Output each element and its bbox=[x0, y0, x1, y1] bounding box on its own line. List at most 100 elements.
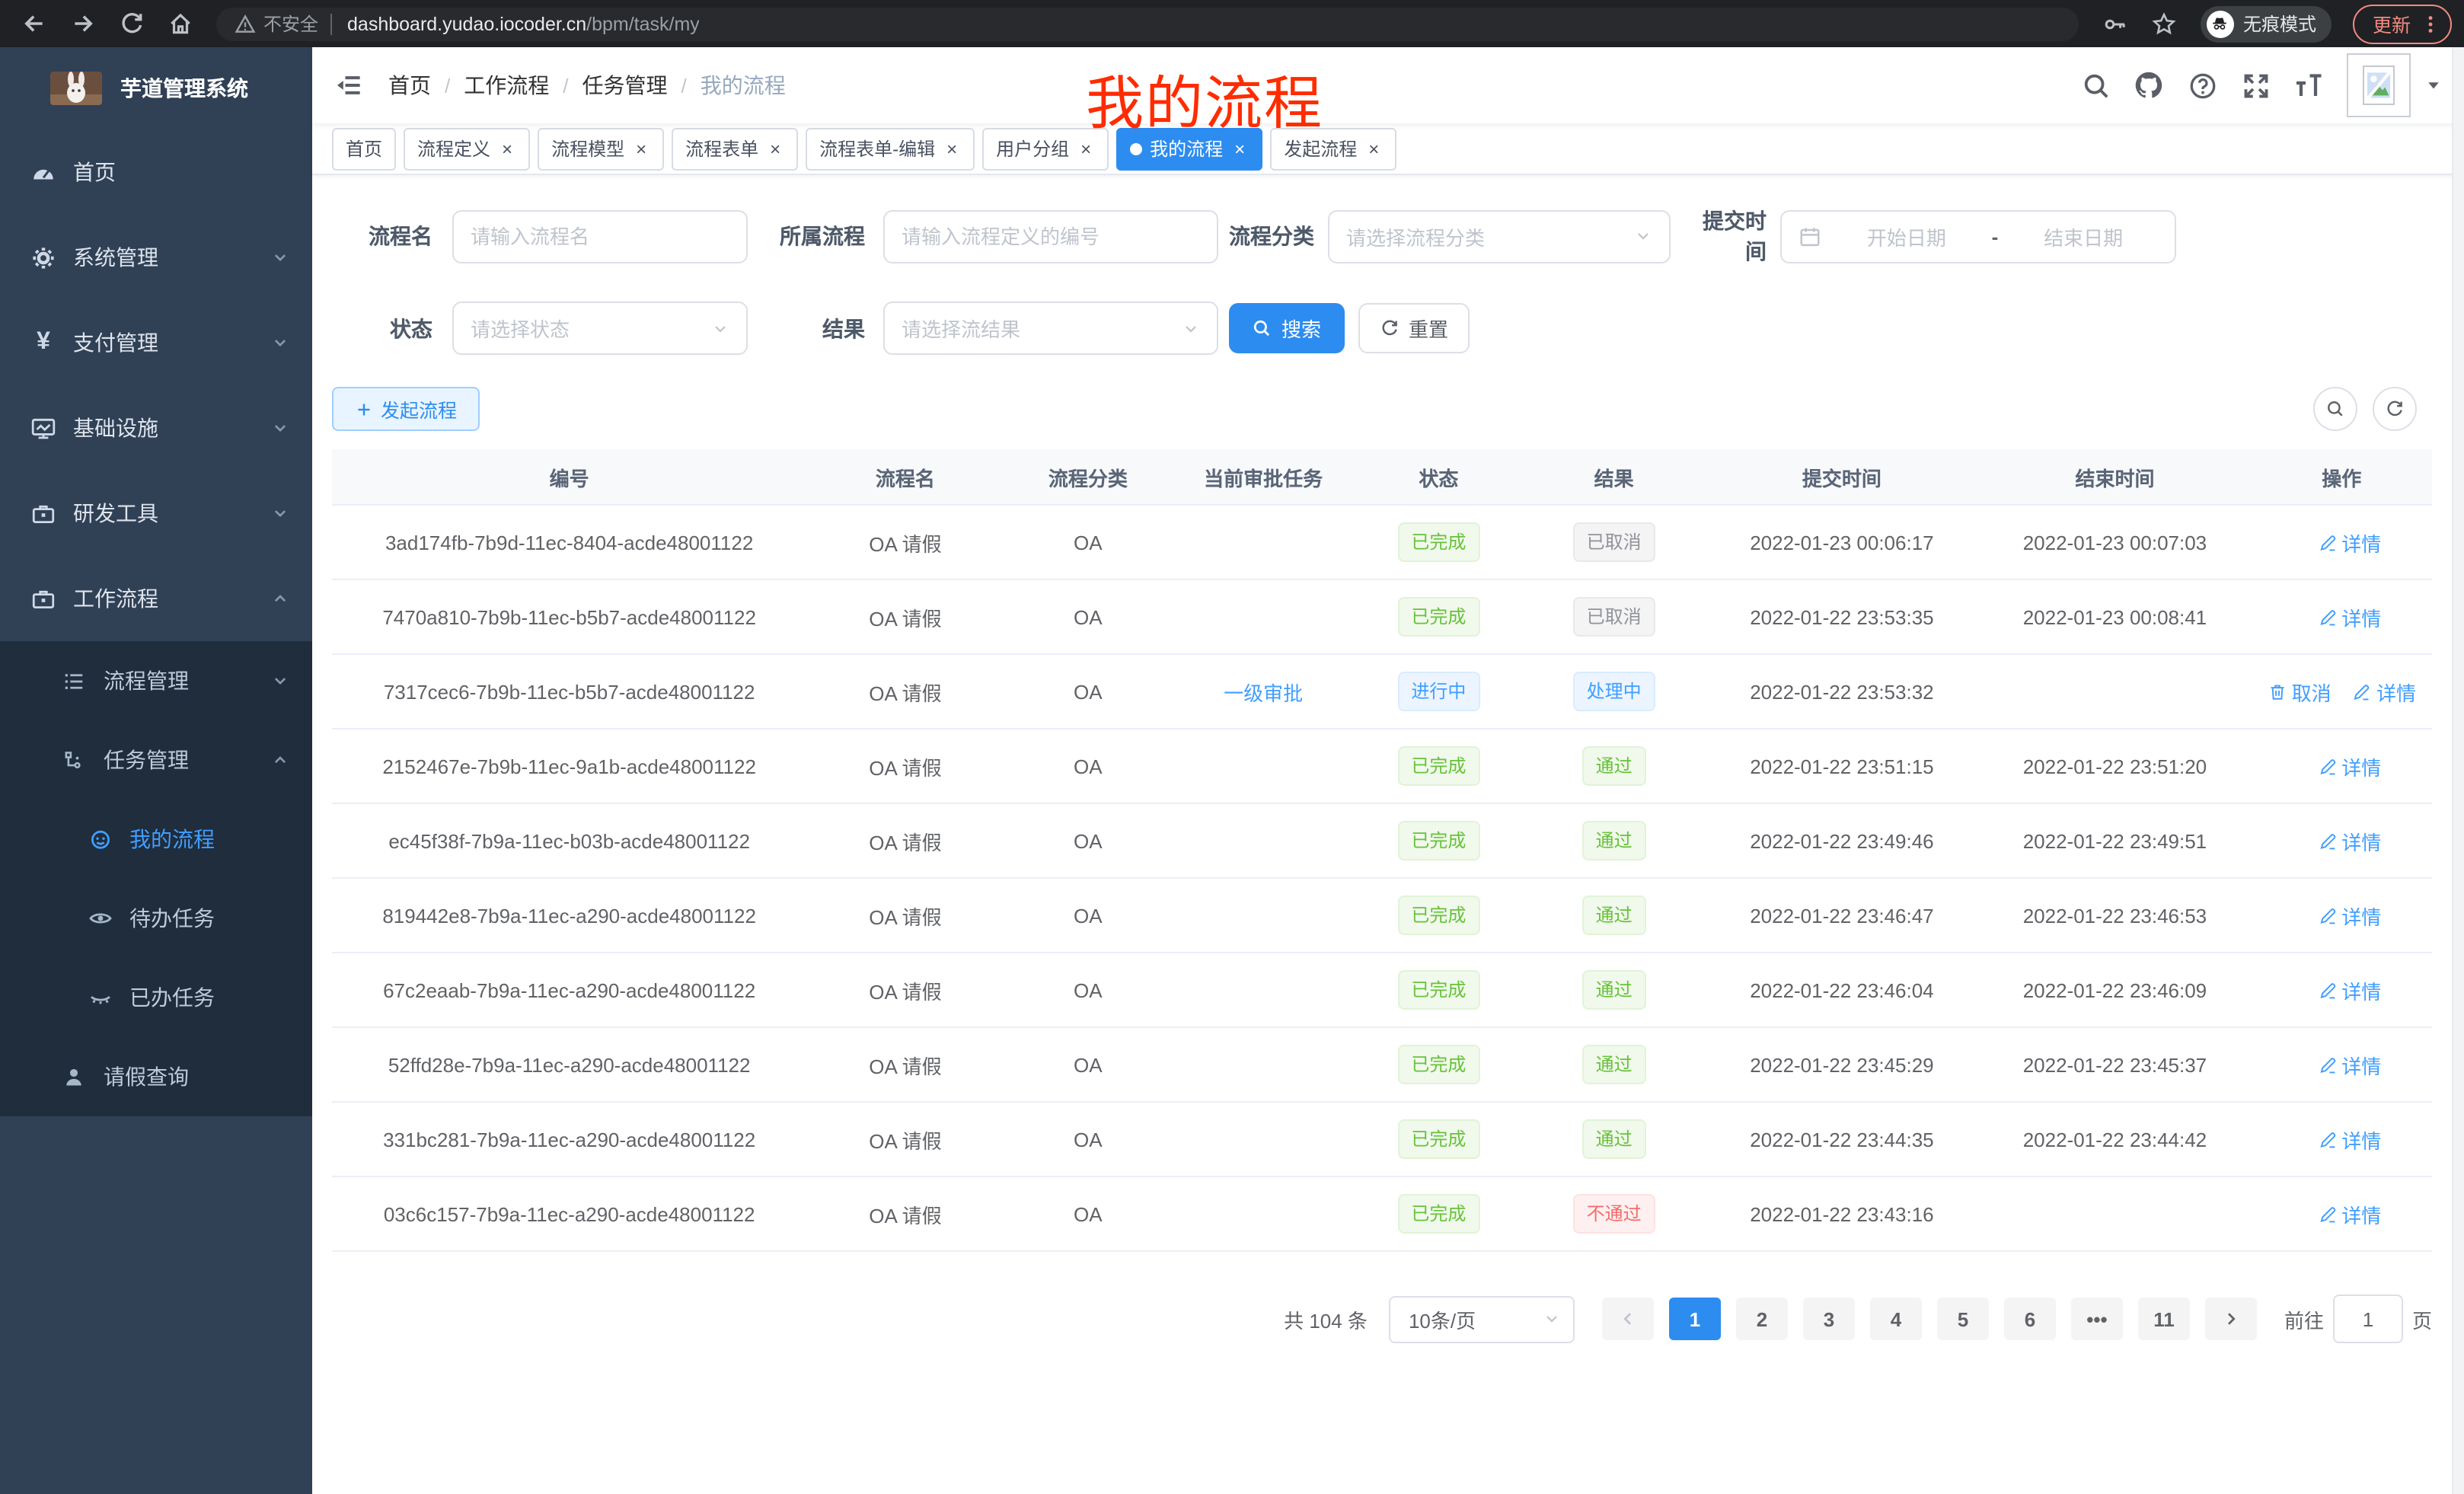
goto-page-input[interactable] bbox=[2333, 1294, 2403, 1343]
breadcrumb-home[interactable]: 首页 bbox=[388, 70, 431, 101]
process-category-select[interactable]: 请选择流程分类 bbox=[1328, 209, 1671, 263]
refresh-table-button[interactable] bbox=[2373, 387, 2417, 431]
detail-link[interactable]: 详情 bbox=[2317, 752, 2381, 781]
detail-link[interactable]: 详情 bbox=[2317, 826, 2381, 855]
page-number-button[interactable]: 1 bbox=[1669, 1298, 1721, 1340]
sidebar-item-devtools[interactable]: 研发工具 bbox=[0, 471, 312, 556]
reset-button[interactable]: 重置 bbox=[1358, 303, 1470, 353]
sidebar-item-todo-tasks[interactable]: 待办任务 bbox=[0, 879, 312, 958]
sidebar-item-process-management[interactable]: 流程管理 bbox=[0, 641, 312, 720]
close-icon[interactable]: × bbox=[766, 139, 784, 158]
show-search-button[interactable] bbox=[2313, 387, 2357, 431]
browser-menu-icon[interactable] bbox=[2420, 13, 2441, 34]
browser-back-icon[interactable] bbox=[12, 4, 55, 43]
detail-link[interactable]: 详情 bbox=[2317, 1050, 2381, 1079]
tab[interactable]: 首页 × bbox=[332, 127, 396, 170]
detail-link[interactable]: 详情 bbox=[2317, 602, 2381, 631]
page-number-button[interactable]: 2 bbox=[1736, 1298, 1788, 1340]
page-number-button[interactable]: 3 bbox=[1803, 1298, 1855, 1340]
help-icon[interactable] bbox=[2187, 70, 2217, 101]
search-button[interactable]: 搜索 bbox=[1229, 303, 1345, 353]
close-icon[interactable]: × bbox=[943, 139, 961, 158]
github-icon[interactable] bbox=[2134, 70, 2164, 101]
result-badge: 通过 bbox=[1582, 970, 1646, 1010]
sidebar-item-done-tasks[interactable]: 已办任务 bbox=[0, 958, 312, 1037]
submit-time-label: 提交时间 bbox=[1683, 206, 1767, 267]
create-process-button[interactable]: 发起流程 bbox=[332, 387, 480, 431]
url-text[interactable]: dashboard.yudao.iocoder.cn/bpm/task/my bbox=[347, 13, 700, 34]
page-number-button[interactable]: 5 bbox=[1937, 1298, 1989, 1340]
detail-link[interactable]: 详情 bbox=[2317, 1199, 2381, 1228]
tab[interactable]: 用户分组 × bbox=[982, 127, 1109, 170]
suitcase-icon bbox=[30, 586, 56, 611]
close-icon[interactable]: × bbox=[1077, 139, 1095, 158]
detail-link[interactable]: 详情 bbox=[2317, 528, 2381, 557]
password-key-icon[interactable] bbox=[2094, 4, 2137, 43]
page-number-button[interactable]: 6 bbox=[2004, 1298, 2056, 1340]
security-label[interactable]: 不安全 bbox=[263, 11, 318, 37]
process-name-input[interactable] bbox=[452, 209, 748, 263]
tab[interactable]: 发起流程 × bbox=[1270, 127, 1396, 170]
submit-time-range-picker[interactable]: 开始日期 - 结束日期 bbox=[1780, 209, 2176, 263]
cancel-link[interactable]: 取消 bbox=[2268, 677, 2332, 706]
font-size-icon[interactable] bbox=[2293, 70, 2324, 101]
cell-end-time: 2022-01-22 23:49:51 bbox=[1978, 826, 2252, 855]
tab[interactable]: 流程表单 × bbox=[672, 127, 798, 170]
browser-reload-icon[interactable] bbox=[110, 4, 152, 43]
sidebar-item-home[interactable]: 首页 bbox=[0, 129, 312, 215]
tab[interactable]: 流程表单-编辑 × bbox=[806, 127, 975, 170]
avatar[interactable] bbox=[2347, 53, 2411, 117]
close-icon[interactable]: × bbox=[1230, 139, 1249, 158]
sidebar-item-workflow[interactable]: 工作流程 bbox=[0, 556, 312, 641]
page-number-button[interactable]: ••• bbox=[2071, 1298, 2123, 1340]
sidebar-item-payment[interactable]: ¥ 支付管理 bbox=[0, 300, 312, 385]
breadcrumb: 首页 / 工作流程 / 任务管理 / 我的流程 bbox=[388, 70, 786, 101]
sidebar-item-infrastructure[interactable]: 基础设施 bbox=[0, 385, 312, 471]
sidebar-item-task-management[interactable]: 任务管理 bbox=[0, 720, 312, 800]
app-logo[interactable]: 芋道管理系统 bbox=[0, 47, 312, 129]
address-bar[interactable]: 不安全 dashboard.yudao.iocoder.cn/bpm/task/… bbox=[216, 7, 2079, 40]
detail-link[interactable]: 详情 bbox=[2352, 677, 2416, 706]
page-size-select[interactable]: 10条/页 bbox=[1389, 1295, 1575, 1342]
reset-button-label: 重置 bbox=[1409, 314, 1448, 343]
process-definition-input[interactable] bbox=[883, 209, 1218, 263]
status-select[interactable]: 请选择状态 bbox=[452, 302, 748, 355]
next-page-button[interactable] bbox=[2205, 1298, 2257, 1340]
browser-forward-icon[interactable] bbox=[61, 4, 104, 43]
sidebar-item-my-process[interactable]: 我的流程 bbox=[0, 800, 312, 879]
close-icon[interactable]: × bbox=[632, 139, 650, 158]
tab[interactable]: 我的流程 × bbox=[1116, 127, 1262, 170]
current-task-link[interactable]: 一级审批 bbox=[1224, 677, 1303, 706]
start-date-placeholder[interactable]: 开始日期 bbox=[1832, 222, 1981, 251]
avatar-caret-icon[interactable] bbox=[2424, 76, 2443, 94]
column-header-operations: 操作 bbox=[2252, 459, 2432, 494]
search-icon[interactable] bbox=[2080, 70, 2111, 101]
page-number-button[interactable]: 4 bbox=[1870, 1298, 1922, 1340]
page-scrollbar[interactable] bbox=[2452, 47, 2464, 1494]
hamburger-icon[interactable] bbox=[321, 58, 376, 113]
tab[interactable]: 流程定义 × bbox=[404, 127, 530, 170]
detail-link[interactable]: 详情 bbox=[2317, 975, 2381, 1004]
process-category-label: 流程分类 bbox=[1229, 221, 1314, 251]
close-icon[interactable]: × bbox=[498, 139, 516, 158]
prev-page-button[interactable] bbox=[1602, 1298, 1654, 1340]
cell-end-time bbox=[1978, 1211, 2252, 1217]
table-row: 2152467e-7b9b-11ec-9a1b-acde48001122 OA … bbox=[332, 729, 2432, 804]
result-select[interactable]: 请选择流结果 bbox=[883, 302, 1218, 355]
browser-update-button[interactable]: 更新 bbox=[2353, 4, 2452, 43]
tab-label: 发起流程 bbox=[1284, 136, 1357, 161]
detail-link[interactable]: 详情 bbox=[2317, 1125, 2381, 1154]
browser-home-icon[interactable] bbox=[158, 4, 201, 43]
table-row: 7470a810-7b9b-11ec-b5b7-acde48001122 OA … bbox=[332, 580, 2432, 655]
page-number-button[interactable]: 11 bbox=[2138, 1298, 2190, 1340]
sidebar-item-leave-query[interactable]: 请假查询 bbox=[0, 1037, 312, 1116]
close-icon[interactable]: × bbox=[1364, 139, 1383, 158]
breadcrumb-workflow[interactable]: 工作流程 bbox=[464, 70, 549, 101]
breadcrumb-task-management[interactable]: 任务管理 bbox=[582, 70, 668, 101]
detail-link[interactable]: 详情 bbox=[2317, 901, 2381, 930]
tab[interactable]: 流程模型 × bbox=[538, 127, 664, 170]
end-date-placeholder[interactable]: 结束日期 bbox=[2009, 222, 2158, 251]
fullscreen-icon[interactable] bbox=[2240, 70, 2271, 101]
sidebar-item-system[interactable]: 系统管理 bbox=[0, 215, 312, 300]
bookmark-star-icon[interactable] bbox=[2143, 4, 2185, 43]
